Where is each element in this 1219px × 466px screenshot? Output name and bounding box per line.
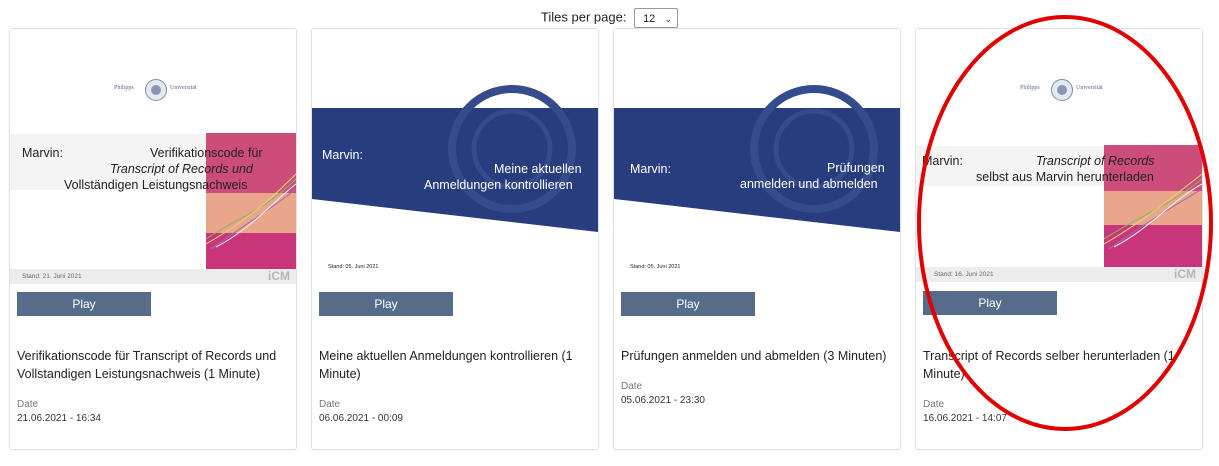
stand-date: Stand: 21. Juni 2021 bbox=[22, 273, 82, 280]
stand-date: Stand: 05. Juni 2021 bbox=[328, 264, 379, 270]
icm-logo: iCM bbox=[268, 269, 290, 283]
video-thumbnail[interactable]: Marvin: Prüfungen anmelden und abmelden … bbox=[614, 29, 900, 284]
date-value: 21.06.2021 - 16:34 bbox=[17, 413, 101, 424]
blue-banner bbox=[312, 85, 598, 232]
thumb-line2: Anmeldungen kontrollieren bbox=[424, 178, 573, 192]
thumb-line1: Verifikationscode für bbox=[150, 146, 263, 160]
video-thumbnail[interactable]: Philipps Universität Marvin: Verifikatio… bbox=[10, 29, 296, 284]
date-label: Date bbox=[621, 381, 643, 392]
tiles-per-page-value: 12 bbox=[643, 12, 656, 25]
play-button[interactable]: Play bbox=[621, 292, 755, 316]
date-label: Date bbox=[319, 399, 341, 410]
tile-title[interactable]: Verifikationscode für Transcript of Reco… bbox=[17, 347, 289, 383]
thumb-line1: Prüfungen bbox=[827, 161, 885, 175]
stand-date: Stand: 05. Juni 2021 bbox=[630, 264, 681, 270]
tile-title[interactable]: Prüfungen anmelden und abmelden (3 Minut… bbox=[621, 347, 893, 365]
highlight-ellipse bbox=[917, 15, 1213, 431]
video-tile: Marvin: Prüfungen anmelden und abmelden … bbox=[613, 28, 901, 450]
thumb-prefix: Marvin: bbox=[22, 146, 63, 160]
logo-text-right: Universität bbox=[170, 85, 197, 91]
date-label: Date bbox=[17, 399, 39, 410]
tile-title[interactable]: Meine aktuellen Anmeldungen kontrolliere… bbox=[319, 347, 591, 383]
video-tile: Marvin: Meine aktuellen Anmeldungen kont… bbox=[311, 28, 599, 450]
date-value: 05.06.2021 - 23:30 bbox=[621, 395, 705, 406]
blue-banner bbox=[614, 85, 900, 232]
university-logo: Philipps Universität bbox=[114, 79, 198, 103]
chevron-down-icon: ⌄ bbox=[664, 13, 673, 24]
thumb-line3: Vollständigen Leistungsnachweis bbox=[64, 178, 248, 192]
thumb-line2: anmelden und abmelden bbox=[740, 177, 878, 191]
video-tile: Philipps Universität Marvin: Verifikatio… bbox=[9, 28, 297, 450]
date-value: 06.06.2021 - 00:09 bbox=[319, 413, 403, 424]
play-button[interactable]: Play bbox=[319, 292, 453, 316]
university-seal-icon bbox=[145, 79, 167, 101]
thumb-prefix: Marvin: bbox=[322, 148, 363, 162]
thumb-prefix: Marvin: bbox=[630, 162, 671, 176]
logo-text-left: Philipps bbox=[114, 85, 134, 91]
tiles-per-page-select[interactable]: 12 ⌄ bbox=[634, 7, 679, 28]
thumb-line1: Meine aktuellen bbox=[494, 162, 582, 176]
thumb-line2: Transcript of Records und bbox=[110, 162, 253, 176]
video-thumbnail[interactable]: Marvin: Meine aktuellen Anmeldungen kont… bbox=[312, 29, 598, 284]
tiles-per-page-label: Tiles per page: bbox=[540, 9, 627, 25]
play-button[interactable]: Play bbox=[17, 292, 151, 316]
